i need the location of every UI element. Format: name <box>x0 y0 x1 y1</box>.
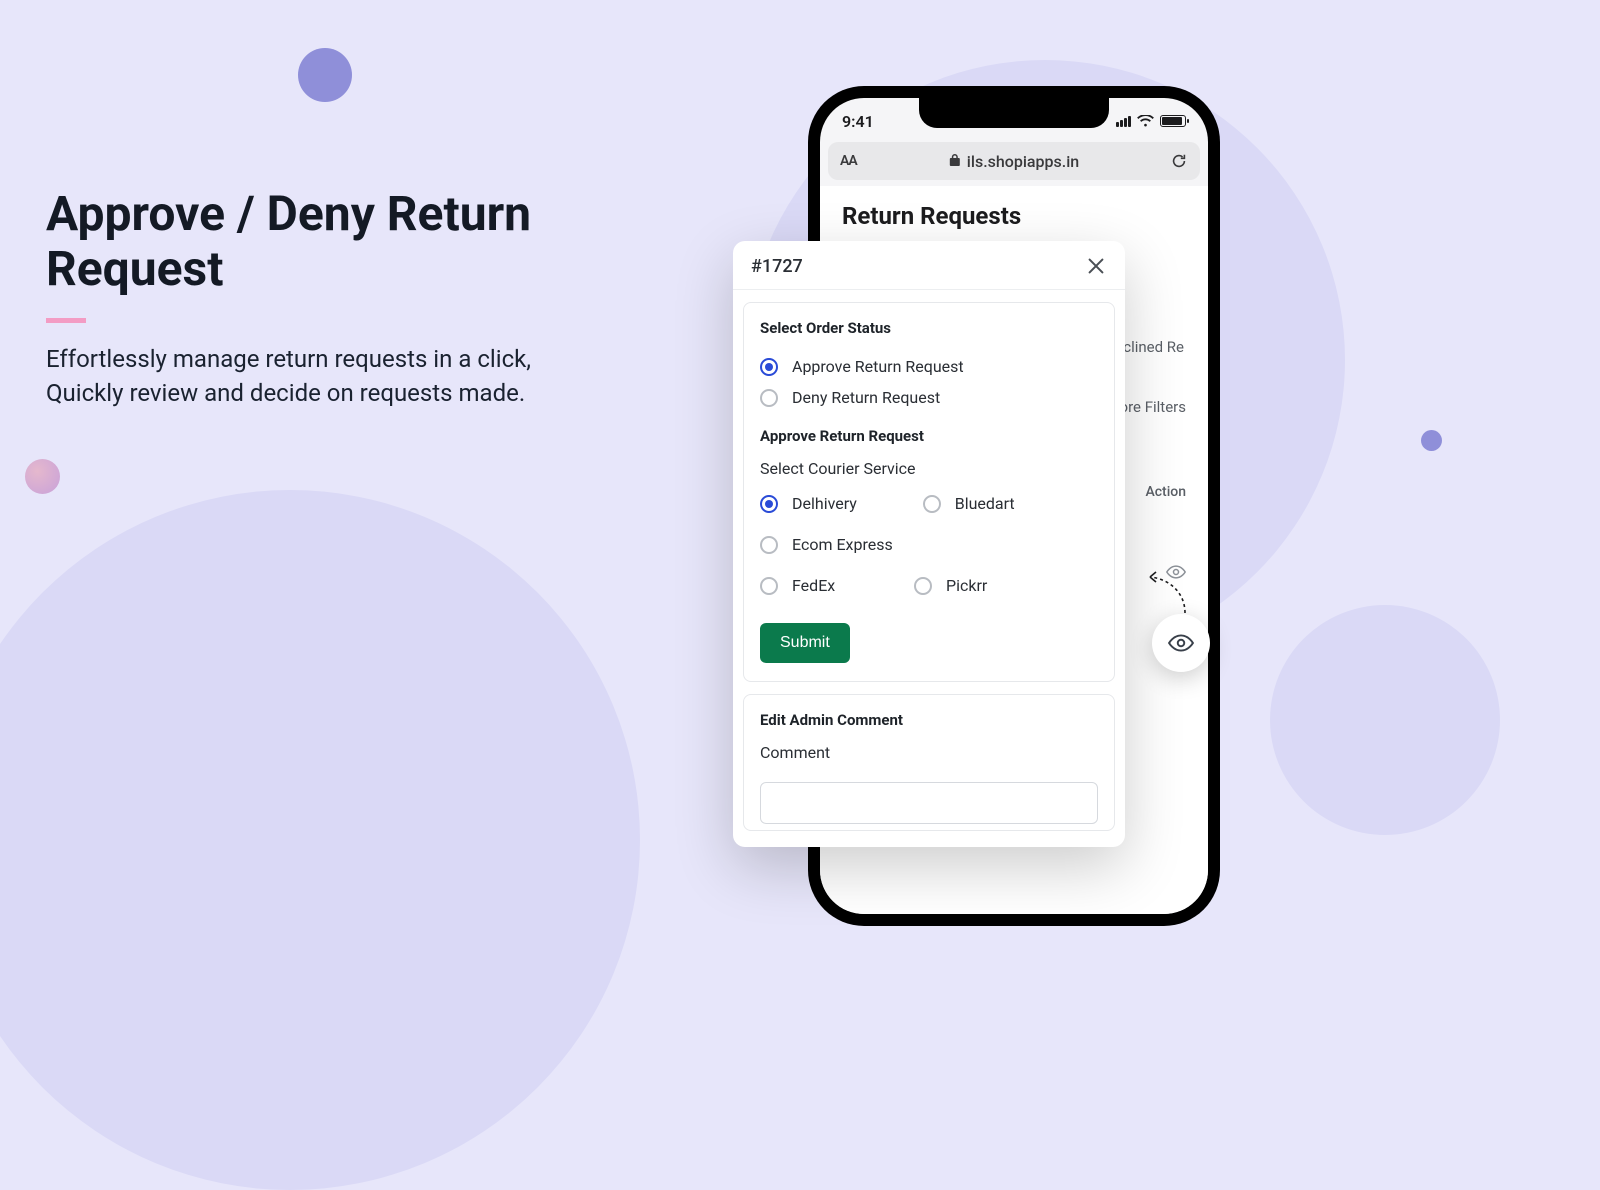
radio-label: Approve Return Request <box>792 357 964 376</box>
eye-icon-ghost <box>1166 564 1186 583</box>
modal-header: #1727 <box>733 241 1125 290</box>
text-size-icon[interactable]: AA <box>840 153 857 169</box>
admin-comment-card: Edit Admin Comment Comment <box>743 694 1115 831</box>
marketing-sub-1: Effortlessly manage return requests in a… <box>46 345 531 373</box>
radio-deny-return[interactable]: Deny Return Request <box>760 382 1098 413</box>
radio-icon <box>760 389 778 407</box>
edit-comment-label: Edit Admin Comment <box>760 711 1098 729</box>
radio-icon <box>760 577 778 595</box>
radio-label: Deny Return Request <box>792 388 940 407</box>
return-request-modal: #1727 Select Order Status Approve Return… <box>733 241 1125 847</box>
comment-input[interactable] <box>760 782 1098 824</box>
select-status-label: Select Order Status <box>760 319 1098 337</box>
bg-circle-small-2 <box>1421 430 1442 451</box>
marketing-copy: Approve / Deny Return Request Effortless… <box>46 186 686 411</box>
reload-icon[interactable] <box>1170 152 1188 170</box>
more-filters-button[interactable]: ore Filters <box>1120 398 1186 416</box>
browser-address-bar[interactable]: AA ils.shopiapps.in <box>828 142 1200 180</box>
radio-fedex[interactable]: FedEx <box>760 570 900 601</box>
radio-label: Pickrr <box>946 576 987 595</box>
wifi-icon <box>1137 112 1154 131</box>
radio-icon <box>914 577 932 595</box>
radio-label: Bluedart <box>955 494 1015 513</box>
radio-icon <box>923 495 941 513</box>
bg-circle-small-1 <box>298 48 352 102</box>
url-text: ils.shopiapps.in <box>967 152 1079 171</box>
radio-label: FedEx <box>792 576 835 595</box>
status-icons <box>1116 112 1186 131</box>
courier-service-label: Select Courier Service <box>760 459 1098 478</box>
radio-label: Ecom Express <box>792 535 893 554</box>
radio-ecom-express[interactable]: Ecom Express <box>760 529 946 560</box>
modal-order-id: #1727 <box>751 256 803 277</box>
approve-section-label: Approve Return Request <box>760 427 1098 445</box>
page-title: Return Requests <box>842 202 1186 230</box>
radio-icon <box>760 358 778 376</box>
submit-button[interactable]: Submit <box>760 623 850 663</box>
radio-label: Delhivery <box>792 494 857 513</box>
battery-icon <box>1160 115 1186 127</box>
marketing-sub-2: Quickly review and decide on requests ma… <box>46 379 525 407</box>
radio-approve-return[interactable]: Approve Return Request <box>760 351 1098 382</box>
radio-icon <box>760 536 778 554</box>
bg-circle-large-bottom-left <box>0 490 640 1190</box>
phone-notch <box>919 98 1109 128</box>
marketing-headline: Approve / Deny Return Request <box>46 186 686 296</box>
radio-icon <box>760 495 778 513</box>
bg-circle-large-bottom-right <box>1270 605 1500 835</box>
lock-icon <box>949 152 961 171</box>
accent-underline <box>46 318 86 323</box>
order-status-card: Select Order Status Approve Return Reque… <box>743 302 1115 682</box>
courier-options: Delhivery Bluedart Ecom Express FedEx Pi… <box>760 488 1098 601</box>
column-action: Action <box>1145 484 1186 500</box>
radio-bluedart[interactable]: Bluedart <box>923 488 1072 519</box>
close-icon[interactable] <box>1085 255 1107 277</box>
cellular-signal-icon <box>1116 116 1131 127</box>
bg-circle-gradient-small <box>25 459 60 494</box>
status-time: 9:41 <box>842 112 874 131</box>
comment-field-label: Comment <box>760 743 1098 762</box>
radio-pickrr[interactable]: Pickrr <box>914 570 1063 601</box>
view-action-fab[interactable] <box>1152 614 1210 672</box>
radio-delhivery[interactable]: Delhivery <box>760 488 909 519</box>
